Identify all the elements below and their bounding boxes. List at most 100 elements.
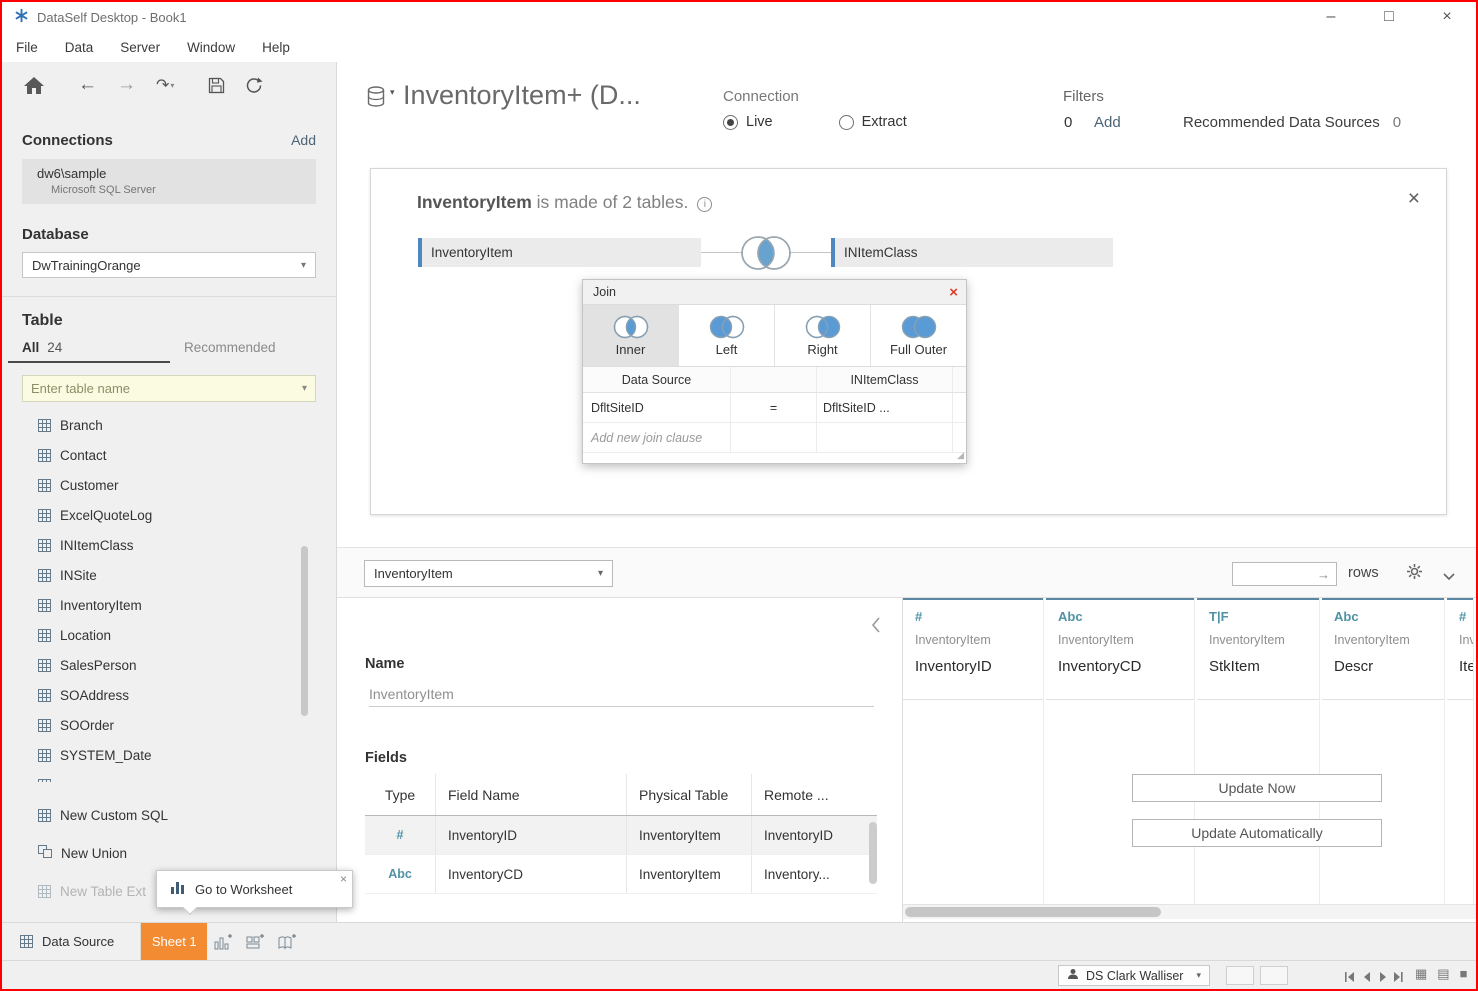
table-item-customer[interactable]: Customer xyxy=(2,470,336,500)
rows-count-input[interactable] xyxy=(1233,567,1317,582)
add-join-clause-placeholder[interactable]: Add new join clause xyxy=(583,423,731,452)
fields-scrollbar[interactable] xyxy=(869,822,877,884)
tab-all[interactable]: All24 xyxy=(8,340,170,363)
grid-column-clipped[interactable]: # Inve Ite xyxy=(1447,598,1474,904)
user-menu[interactable]: DS Clark Walliser ▾ xyxy=(1058,965,1210,986)
chevron-down-icon[interactable] xyxy=(1443,569,1455,584)
tab-sheet-1[interactable]: Sheet 1 xyxy=(141,923,207,960)
menu-window[interactable]: Window xyxy=(187,40,235,55)
new-dashboard-icon[interactable] xyxy=(239,923,271,960)
scrollbar-thumb[interactable] xyxy=(905,907,1161,917)
menu-file[interactable]: File xyxy=(16,40,38,55)
close-icon[interactable]: × xyxy=(1408,187,1420,211)
table-item-location[interactable]: Location xyxy=(2,620,336,650)
grid-column-descr[interactable]: Abc InventoryItem Descr xyxy=(1322,598,1445,904)
join-type-inner[interactable]: Inner xyxy=(583,305,679,366)
menu-data[interactable]: Data xyxy=(65,40,94,55)
col-physical-table[interactable]: Physical Table xyxy=(627,774,752,815)
table-list-scrollbar[interactable] xyxy=(301,546,308,716)
add-connection-link[interactable]: Add xyxy=(291,132,316,148)
extract-radio[interactable] xyxy=(839,115,854,130)
join-clause-right-field[interactable]: DfltSiteID ... xyxy=(817,393,953,422)
grid-view-icon[interactable]: ▦ xyxy=(1415,966,1427,982)
menu-help[interactable]: Help xyxy=(262,40,290,55)
datasource-name-input[interactable] xyxy=(369,682,874,707)
close-icon[interactable]: × xyxy=(949,285,958,300)
grid-column-inventorycd[interactable]: Abc InventoryItem InventoryCD xyxy=(1046,598,1195,904)
info-icon[interactable]: i xyxy=(697,197,712,212)
recommended-datasources-label[interactable]: Recommended Data Sources xyxy=(1183,114,1380,131)
join-type-full-outer[interactable]: Full Outer xyxy=(871,305,966,366)
table-item-inventoryitem[interactable]: InventoryItem xyxy=(2,590,336,620)
join-venn-icon[interactable] xyxy=(728,231,804,278)
table-item-initemclass[interactable]: INItemClass xyxy=(2,530,336,560)
minimize-icon[interactable]: – xyxy=(1302,2,1360,32)
detail-view-icon[interactable]: ■ xyxy=(1460,966,1468,982)
col-type[interactable]: Type xyxy=(365,774,436,815)
database-icon[interactable] xyxy=(367,86,387,113)
close-icon[interactable]: × xyxy=(340,872,347,886)
previous-record-icon[interactable] xyxy=(1362,970,1372,985)
horizontal-scrollbar[interactable] xyxy=(903,904,1476,919)
resize-grip-icon[interactable]: ◢ xyxy=(957,450,964,461)
table-item-excelquotelog[interactable]: ExcelQuoteLog xyxy=(2,500,336,530)
status-button[interactable] xyxy=(1260,966,1288,985)
collapse-panel-icon[interactable] xyxy=(871,616,881,637)
table-item-system-date[interactable]: SYSTEM_Date xyxy=(2,740,336,770)
new-worksheet-icon[interactable] xyxy=(207,923,239,960)
canvas-table-inventoryitem[interactable]: InventoryItem xyxy=(418,238,701,267)
update-automatically-button[interactable]: Update Automatically xyxy=(1132,819,1382,847)
refresh-icon[interactable] xyxy=(245,77,263,94)
apply-rows-icon[interactable]: → xyxy=(1317,567,1336,582)
maximize-icon[interactable]: □ xyxy=(1360,2,1418,32)
table-search-input[interactable] xyxy=(31,381,302,396)
table-item-contact[interactable]: Contact xyxy=(2,440,336,470)
table-item-soorder[interactable]: SOOrder xyxy=(2,710,336,740)
redo-icon[interactable]: ↷▾ xyxy=(156,75,174,95)
back-icon[interactable]: ← xyxy=(78,74,97,96)
field-row-inventoryid[interactable]: # InventoryID InventoryItem InventoryID xyxy=(365,816,877,855)
add-join-clause-row[interactable]: Add new join clause xyxy=(583,423,966,453)
col-field-name[interactable]: Field Name xyxy=(436,774,627,815)
chevron-down-icon[interactable]: ▾ xyxy=(390,87,395,98)
forward-icon[interactable]: → xyxy=(117,74,136,96)
tab-recommended[interactable]: Recommended xyxy=(170,340,276,363)
new-custom-sql[interactable]: New Custom SQL xyxy=(2,796,336,834)
canvas-table-initemclass[interactable]: INItemClass xyxy=(831,238,1113,267)
preview-table-select[interactable]: InventoryItem ▾ xyxy=(364,560,613,587)
tab-data-source[interactable]: Data Source xyxy=(2,923,141,960)
table-item-salesperson[interactable]: SalesPerson xyxy=(2,650,336,680)
new-story-icon[interactable] xyxy=(271,923,303,960)
table-item-soaddress[interactable]: SOAddress xyxy=(2,680,336,710)
datasource-title[interactable]: InventoryItem+ (D... xyxy=(403,80,641,111)
table-search[interactable]: ▾ xyxy=(22,375,316,402)
table-item-partial[interactable] xyxy=(2,770,336,782)
update-now-button[interactable]: Update Now xyxy=(1132,774,1382,802)
grid-column-stkitem[interactable]: T|F InventoryItem StkItem xyxy=(1197,598,1320,904)
gear-icon[interactable] xyxy=(1406,563,1423,583)
menu-server[interactable]: Server xyxy=(120,40,160,55)
filters-add-link[interactable]: Add xyxy=(1094,114,1121,131)
go-to-worksheet-tooltip[interactable]: Go to Worksheet × xyxy=(156,870,353,908)
rows-count-field[interactable]: → xyxy=(1232,562,1337,586)
first-record-icon[interactable] xyxy=(1344,970,1356,985)
home-icon[interactable] xyxy=(24,77,44,94)
join-type-right[interactable]: Right xyxy=(775,305,871,366)
join-type-left[interactable]: Left xyxy=(679,305,775,366)
list-view-icon[interactable]: ▤ xyxy=(1437,966,1449,982)
new-union[interactable]: New Union xyxy=(2,834,336,872)
chevron-down-icon[interactable]: ▾ xyxy=(302,383,307,394)
join-clause-operator[interactable]: = xyxy=(731,393,817,422)
field-row-inventorycd[interactable]: Abc InventoryCD InventoryItem Inventory.… xyxy=(365,855,877,894)
next-record-icon[interactable] xyxy=(1378,970,1388,985)
status-button[interactable] xyxy=(1226,966,1254,985)
grid-column-inventoryid[interactable]: # InventoryItem InventoryID xyxy=(903,598,1044,904)
col-remote[interactable]: Remote ... xyxy=(752,774,877,815)
save-icon[interactable] xyxy=(208,77,225,94)
table-item-insite[interactable]: INSite xyxy=(2,560,336,590)
close-icon[interactable]: × xyxy=(1418,2,1476,32)
last-record-icon[interactable] xyxy=(1392,970,1404,985)
live-radio[interactable] xyxy=(723,115,738,130)
database-select[interactable]: DwTrainingOrange ▾ xyxy=(22,252,316,278)
connection-item[interactable]: dw6\sample Microsoft SQL Server xyxy=(22,159,316,204)
